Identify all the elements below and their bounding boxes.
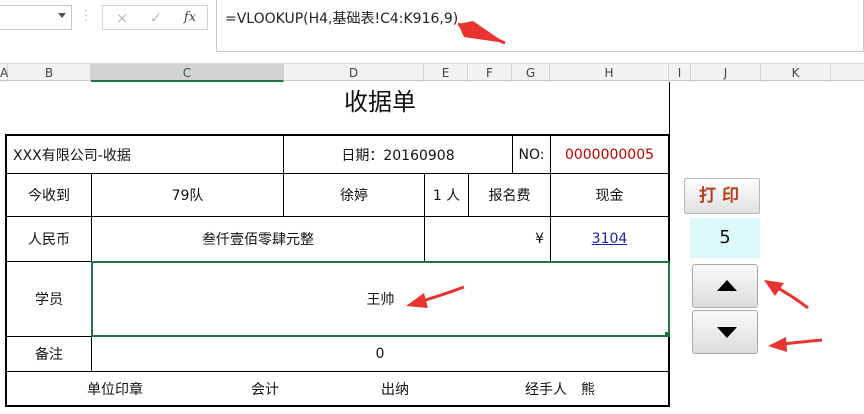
column-header-b[interactable]: B <box>8 64 91 82</box>
column-header-f[interactable]: F <box>468 64 512 82</box>
fee-label-cell[interactable]: 报名费 <box>469 174 550 216</box>
cancel-icon[interactable]: × <box>105 6 139 31</box>
counter-cell[interactable]: 5 <box>690 218 760 258</box>
annotation-arrow-spin-down <box>768 337 823 352</box>
date-cell[interactable]: 日期：20160908 <box>284 136 512 173</box>
grid-line <box>5 405 670 407</box>
student-label-cell[interactable]: 学员 <box>7 262 91 336</box>
confirm-icon[interactable]: ✓ <box>139 6 173 31</box>
student-name-cell[interactable]: 王帅 <box>91 261 670 337</box>
amount-words-cell[interactable]: 叁仟壹佰零肆元整 <box>92 217 424 261</box>
formula-bar-grip-icon: · · · <box>84 6 88 27</box>
column-header-a[interactable]: A <box>0 64 8 82</box>
column-header-d[interactable]: D <box>284 64 424 82</box>
column-header-k[interactable]: K <box>761 64 831 82</box>
annotation-arrow-spin-up <box>764 280 809 310</box>
name-box-dropdown-icon[interactable] <box>58 13 66 18</box>
footer-accountant-cell[interactable]: 会计 <box>230 372 300 405</box>
people-count-cell[interactable]: 1 人 <box>425 174 468 216</box>
receipt-title: 收据单 <box>344 88 416 116</box>
footer-cashier-cell[interactable]: 出纳 <box>360 372 430 405</box>
remark-label-cell[interactable]: 备注 <box>7 337 91 371</box>
company-cell[interactable]: XXX有限公司-收据 <box>7 136 283 173</box>
received-label-cell[interactable]: 今收到 <box>7 174 91 216</box>
remark-value-cell[interactable]: 0 <box>92 337 668 371</box>
column-header-g[interactable]: G <box>512 64 550 82</box>
footer-handler-cell[interactable]: 经手人 熊 <box>505 372 615 405</box>
payment-method-cell[interactable]: 现金 <box>551 174 668 216</box>
column-header-h[interactable]: H <box>550 64 669 82</box>
amount-cell[interactable]: 3104 <box>551 217 668 261</box>
column-header-c[interactable]: C <box>91 64 284 82</box>
receipt-number-cell[interactable]: 0000000005 <box>551 136 668 173</box>
column-header-i[interactable]: I <box>669 64 691 82</box>
formula-text: =VLOOKUP(H4,基础表!C4:K916,9) <box>225 11 459 27</box>
arrow-down-icon <box>717 327 737 338</box>
no-label-cell[interactable]: NO: <box>513 136 550 173</box>
person-cell[interactable]: 徐婷 <box>284 174 424 216</box>
print-button[interactable]: 打印 <box>684 178 760 214</box>
spin-down-button[interactable] <box>692 310 758 354</box>
insert-function-icon[interactable]: fx <box>173 6 207 31</box>
column-header-e[interactable]: E <box>424 64 468 82</box>
formula-buttons: × ✓ fx <box>102 5 208 30</box>
received-value-cell[interactable]: 79队 <box>92 174 283 216</box>
column-header-j[interactable]: J <box>691 64 761 82</box>
arrow-up-icon <box>717 280 737 291</box>
column-headers: A B C D E F G H I J K <box>0 63 864 82</box>
spin-up-button[interactable] <box>692 264 758 308</box>
currency-label-cell[interactable]: 人民币 <box>7 217 91 261</box>
grid-line <box>669 82 670 136</box>
footer-seal-cell[interactable]: 单位印章 <box>60 372 170 405</box>
currency-symbol-cell[interactable]: ¥ <box>425 217 550 261</box>
